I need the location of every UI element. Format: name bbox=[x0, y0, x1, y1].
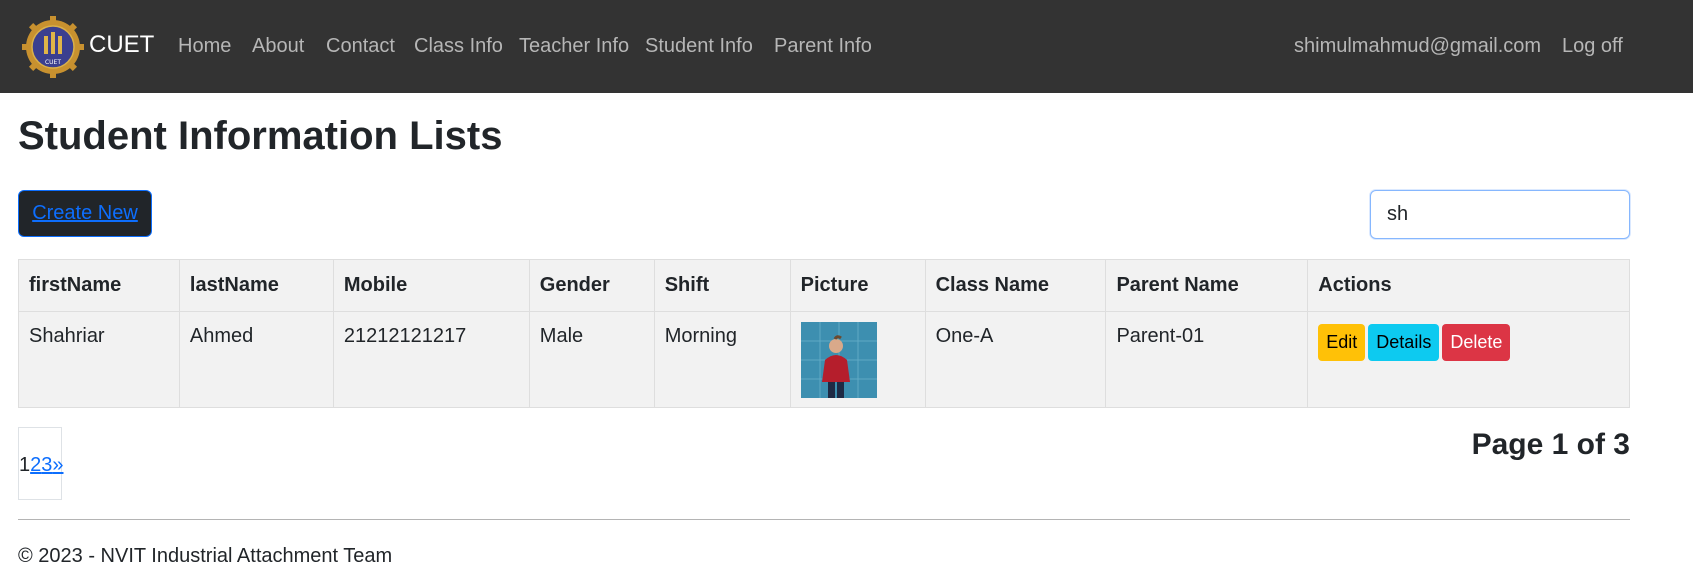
cell-picture bbox=[789, 311, 926, 408]
delete-button[interactable]: Delete bbox=[1442, 324, 1511, 361]
cell-firstname: Shahriar bbox=[18, 311, 180, 408]
col-header-actions: Actions bbox=[1307, 259, 1630, 312]
page-count-summary: Page 1 of 3 bbox=[1471, 428, 1630, 461]
nav-about[interactable]: About bbox=[252, 35, 304, 58]
pagination: 123» bbox=[18, 427, 64, 500]
cell-lastname: Ahmed bbox=[178, 311, 334, 408]
footer-divider bbox=[18, 519, 1630, 520]
nav-student-info[interactable]: Student Info bbox=[645, 35, 753, 58]
col-header-picture: Picture bbox=[789, 259, 926, 312]
student-table: firstName lastName Mobile Gender Shift P… bbox=[18, 259, 1630, 408]
student-photo-icon bbox=[800, 322, 877, 398]
create-new-button[interactable]: Create New bbox=[18, 190, 152, 237]
pagination-next[interactable]: » bbox=[52, 454, 63, 476]
nav-contact[interactable]: Contact bbox=[326, 35, 395, 58]
cell-parent-name: Parent-01 bbox=[1105, 311, 1309, 408]
col-header-firstname: firstName bbox=[18, 259, 180, 312]
pagination-current-page: 1 bbox=[19, 454, 31, 476]
brand-link[interactable]: CUET bbox=[89, 31, 154, 59]
nav-parent-info[interactable]: Parent Info bbox=[774, 35, 872, 58]
col-header-lastname: lastName bbox=[178, 259, 334, 312]
cell-gender: Male bbox=[528, 311, 655, 408]
col-header-parent-name: Parent Name bbox=[1105, 259, 1309, 312]
col-header-shift: Shift bbox=[653, 259, 791, 312]
footer-text: © 2023 - NVIT Industrial Attachment Team bbox=[18, 545, 393, 567]
navbar: CUET CUET Home About Contact Class Info … bbox=[0, 0, 1693, 93]
search-input[interactable] bbox=[1370, 190, 1630, 239]
cell-mobile: 21212121217 bbox=[332, 311, 530, 408]
edit-button[interactable]: Edit bbox=[1318, 324, 1366, 361]
cuet-logo-icon[interactable]: CUET bbox=[22, 16, 84, 78]
nav-teacher-info[interactable]: Teacher Info bbox=[519, 35, 629, 58]
logoff-link[interactable]: Log off bbox=[1562, 35, 1623, 58]
col-header-class-name: Class Name bbox=[924, 259, 1107, 312]
nav-home[interactable]: Home bbox=[178, 35, 231, 58]
user-email-link[interactable]: shimulmahmud@gmail.com bbox=[1294, 35, 1541, 58]
nav-class-info[interactable]: Class Info bbox=[414, 35, 503, 58]
page-title: Student Information Lists bbox=[18, 114, 503, 158]
pagination-page-3[interactable]: 3 bbox=[41, 454, 52, 476]
cell-actions: Edit Details Delete bbox=[1307, 311, 1630, 408]
col-header-mobile: Mobile bbox=[332, 259, 530, 312]
table-row: Shahriar Ahmed 21212121217 Male Morning bbox=[18, 311, 1630, 408]
logo-text: CUET bbox=[45, 59, 61, 66]
cell-class-name: One-A bbox=[924, 311, 1107, 408]
cell-shift: Morning bbox=[653, 311, 791, 408]
create-new-link[interactable]: Create New bbox=[32, 202, 138, 225]
pagination-page-2[interactable]: 2 bbox=[30, 454, 41, 476]
details-button[interactable]: Details bbox=[1368, 324, 1440, 361]
table-header-row: firstName lastName Mobile Gender Shift P… bbox=[18, 259, 1630, 312]
col-header-gender: Gender bbox=[528, 259, 655, 312]
